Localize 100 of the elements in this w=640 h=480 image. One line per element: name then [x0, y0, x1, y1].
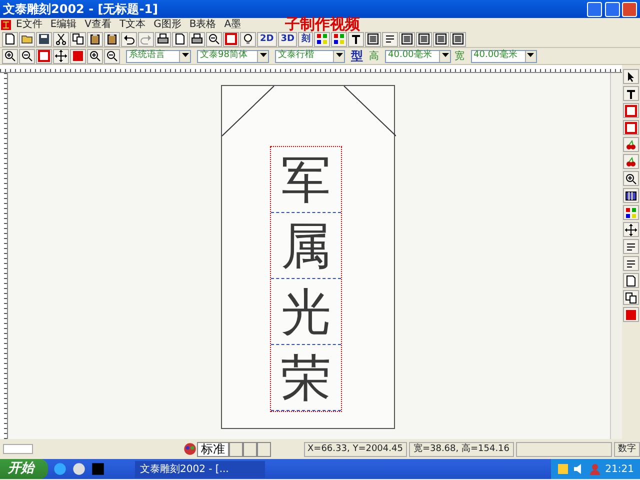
toolbar-button[interactable]: [53, 48, 69, 64]
toolbar-button[interactable]: [365, 32, 382, 46]
taskbar-button[interactable]: 文泰雕刻2002 - [...: [135, 460, 265, 478]
tool-button[interactable]: [623, 86, 639, 101]
dropdown-field[interactable]: 文泰行楷: [275, 50, 345, 62]
dropdown-arrow-icon[interactable]: [260, 53, 266, 58]
tool-button[interactable]: [623, 222, 639, 237]
toolbar-button[interactable]: [155, 32, 171, 46]
restore-button[interactable]: [604, 2, 620, 16]
menu-item[interactable]: G图形: [150, 18, 186, 31]
menu-item[interactable]: B表格: [185, 18, 220, 31]
toolbar-button[interactable]: [331, 32, 348, 46]
align-icon: [452, 33, 464, 45]
toolbar-button[interactable]: [450, 32, 466, 46]
width-label: 宽: [454, 50, 464, 64]
dropdown-arrow-icon[interactable]: [442, 53, 448, 58]
toolbar-button[interactable]: [433, 32, 450, 46]
vertical-scrollbar[interactable]: [610, 73, 622, 439]
outline-character[interactable]: 属: [271, 213, 341, 279]
video-caption: 子制作视频: [285, 18, 360, 31]
toolbar-button[interactable]: [2, 32, 18, 46]
status-field: 数字: [614, 442, 640, 456]
toolbar-button[interactable]: [416, 32, 432, 46]
toolbar-button[interactable]: [19, 32, 35, 46]
type-label: 型: [351, 48, 363, 65]
toolbar-button[interactable]: [36, 32, 52, 46]
toolbar-button[interactable]: [399, 32, 416, 46]
frame-icon: [625, 104, 637, 116]
dropdown-field[interactable]: 系统语言: [126, 50, 191, 62]
new-file-icon: [174, 33, 186, 45]
color-swatch-icon: [625, 308, 637, 320]
cherries-icon: [625, 156, 637, 168]
menu-item[interactable]: T文本: [116, 18, 150, 31]
horizontal-scrollbar[interactable]: [2, 444, 32, 454]
dropdown-field[interactable]: 文泰98简体: [197, 50, 269, 62]
tool-button[interactable]: [623, 171, 639, 186]
frame-icon: [225, 33, 237, 45]
toolbar-button[interactable]: [87, 48, 103, 64]
toolbar-button[interactable]: [121, 32, 137, 46]
minimize-button[interactable]: [587, 2, 602, 16]
menu-item[interactable]: E编辑: [46, 18, 81, 31]
zoom-out-icon: [106, 50, 118, 62]
save-icon: [38, 33, 50, 45]
toolbar-button[interactable]: 2D: [257, 32, 277, 46]
tool-button[interactable]: [623, 256, 639, 271]
folder-icon: [21, 33, 33, 45]
move-icon: [55, 50, 67, 62]
toolbar-button[interactable]: [70, 32, 86, 46]
toolbar-button[interactable]: [240, 32, 256, 46]
dropdown-field[interactable]: 40.00毫米: [470, 50, 536, 62]
align-icon: [418, 33, 430, 45]
dropdown-arrow-icon[interactable]: [182, 53, 188, 58]
view-tab[interactable]: 标准: [197, 442, 229, 456]
toolbar-button[interactable]: [87, 32, 103, 46]
toolbar-button[interactable]: [104, 48, 120, 64]
toolbar-button[interactable]: [104, 32, 120, 46]
player-icon[interactable]: [91, 462, 105, 476]
zoom-in-icon: [625, 172, 637, 184]
color-swatch-icon: [72, 50, 84, 62]
toolbar-button[interactable]: [314, 32, 330, 46]
dropdown-arrow-icon[interactable]: [336, 53, 342, 58]
tool-button[interactable]: [623, 69, 639, 84]
toolbar-button[interactable]: 3D: [278, 32, 298, 46]
toolbar-button[interactable]: 刻: [298, 32, 314, 46]
cherries-icon: [625, 138, 637, 150]
toolbar-button[interactable]: [348, 32, 364, 46]
copy-icon: [625, 292, 637, 304]
globe-icon[interactable]: [72, 462, 86, 476]
toolbar-button[interactable]: [53, 32, 69, 46]
start-button[interactable]: 开始: [0, 459, 48, 479]
toolbar-button[interactable]: [189, 32, 205, 46]
menu-item[interactable]: E文件: [12, 18, 46, 31]
browser-icon[interactable]: [53, 462, 67, 476]
tool-button[interactable]: [623, 290, 639, 305]
menu-item[interactable]: A墨: [220, 18, 246, 31]
paste-icon: [89, 33, 101, 45]
close-button[interactable]: [622, 2, 637, 16]
toolbar-button[interactable]: [19, 48, 35, 64]
toolbar-button[interactable]: [382, 32, 398, 46]
menu-item[interactable]: V查看: [80, 18, 116, 31]
tool-button[interactable]: [623, 239, 639, 254]
height-label: 高: [369, 50, 379, 64]
outline-character[interactable]: 荣: [271, 345, 341, 411]
window-title: 文泰雕刻2002 - [无标题-1]: [3, 1, 158, 18]
dropdown-arrow-icon[interactable]: [527, 53, 534, 58]
toolbar-button[interactable]: [2, 48, 18, 64]
color-grid-icon: [316, 33, 328, 45]
dropdown-field[interactable]: 40.00毫米: [385, 50, 451, 62]
zoom-out-icon: [21, 50, 33, 62]
tool-button[interactable]: [623, 205, 639, 220]
status-field: 宽=38.68, 高=154.16: [409, 442, 514, 456]
selection-frame[interactable]: 军 属 光 荣: [270, 146, 342, 412]
toolbar-button[interactable]: [206, 32, 222, 46]
outline-character[interactable]: 军: [271, 147, 341, 213]
tool-button[interactable]: [623, 273, 639, 288]
tool-button[interactable]: [623, 188, 639, 203]
printer-icon: [191, 33, 203, 45]
outline-character[interactable]: 光: [271, 279, 341, 345]
align-icon: [367, 33, 380, 45]
toolbar-button[interactable]: [172, 32, 188, 46]
